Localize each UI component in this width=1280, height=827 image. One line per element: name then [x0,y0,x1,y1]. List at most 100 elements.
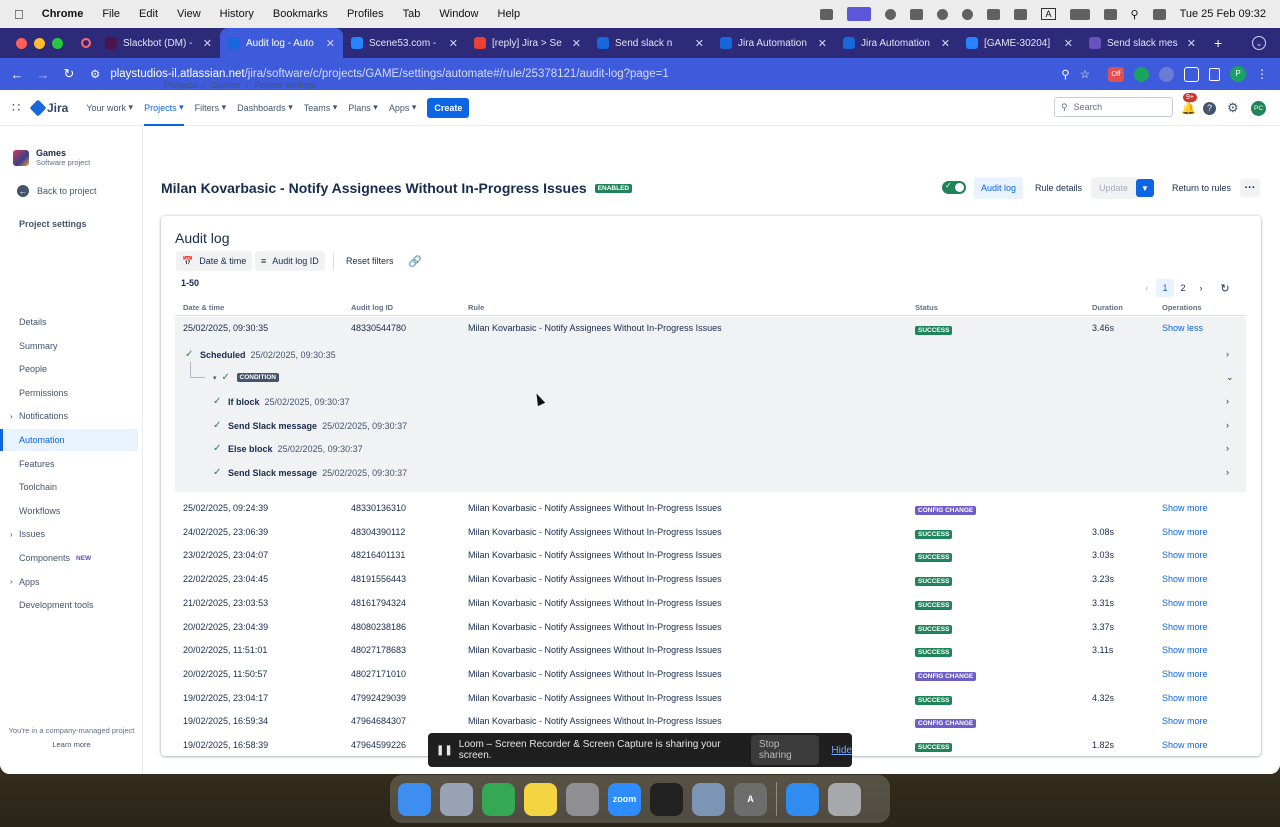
back-arrow-icon[interactable]: ← [4,67,30,82]
chrome-menu-icon[interactable]: ⋮ [1256,67,1268,82]
nav-apps[interactable]: Apps ▾ [389,90,417,126]
dock-mail-icon[interactable] [786,782,819,816]
breadcrumb-projects[interactable]: Projects [164,80,197,90]
menu-edit[interactable]: Edit [139,8,158,20]
dock-dictionary-icon[interactable]: A [734,782,767,816]
dock-trash-icon[interactable] [828,782,861,816]
breadcrumb-games[interactable]: Games [211,80,240,90]
browser-tab[interactable]: Slackbot (DM) - ✕ [97,28,220,58]
stop-sharing-button[interactable]: Stop sharing [750,735,820,765]
spotlight-icon[interactable]: ⚲ [1131,8,1139,21]
screen-share-icon[interactable] [847,7,872,21]
site-info-icon[interactable]: ⚙ [90,67,100,81]
chevron-right-icon[interactable]: › [1226,443,1229,453]
hide-button[interactable]: Hide [831,745,852,756]
more-actions-icon[interactable]: ··· [1240,179,1260,197]
show-more-link[interactable]: Show more [1162,740,1208,750]
sidebar-item-features[interactable]: Features [0,453,138,475]
puzzle-icon[interactable] [1184,66,1199,82]
dock-preview-icon[interactable] [692,782,725,816]
menu-file[interactable]: File [102,8,120,20]
browser-tab[interactable]: [GAME-30204] ✕ [958,28,1081,58]
browser-tab[interactable]: Audit log - Auto ✕ [220,28,343,58]
nav-dashboards[interactable]: Dashboards ▾ [237,90,293,126]
show-more-link[interactable]: Show more [1162,527,1208,537]
create-button[interactable]: Create [427,97,470,118]
nav-filters[interactable]: Filters ▾ [195,90,227,126]
extension-icon[interactable] [1159,66,1174,82]
chevron-right-icon[interactable]: › [1226,349,1229,359]
chevron-right-icon[interactable]: › [1226,396,1229,406]
apple-icon[interactable]:  [14,7,24,22]
page-2-button[interactable]: 2 [1174,279,1192,297]
sidebar-item-notifications[interactable]: › Notifications [0,405,138,427]
extension-badge[interactable]: Off [1108,66,1124,82]
browser-tab[interactable]: [reply] Jira > Se ✕ [466,28,589,58]
show-more-link[interactable]: Show more [1162,669,1208,679]
bookmark-star-icon[interactable]: ☆ [1080,67,1090,81]
chevron-right-icon[interactable]: › [1226,420,1229,430]
sidebar-item-workflows[interactable]: Workflows [0,500,138,522]
side-panel-icon[interactable] [1209,67,1220,81]
show-more-link[interactable]: Show more [1162,716,1208,726]
search-input[interactable]: ⚲ Search [1054,97,1173,117]
browser-tab[interactable]: Send slack mes ✕ [1081,28,1204,58]
pause-icon[interactable]: ❚❚ [436,745,453,756]
show-more-link[interactable]: Show more [1162,574,1208,584]
rule-details-button[interactable]: Rule details [1029,177,1088,199]
user-avatar[interactable]: PC [1251,90,1266,126]
show-more-link[interactable]: Show more [1162,550,1208,560]
browser-tab[interactable]: Jira Automation ✕ [835,28,958,58]
reload-icon[interactable]: ↻ [56,66,82,82]
menu-help[interactable]: Help [498,8,521,20]
next-page-icon[interactable]: › [1192,279,1210,297]
tab-search-icon[interactable]: ⌄ [1252,36,1266,50]
control-center-icon[interactable] [1152,8,1166,20]
dock-chrome-icon[interactable] [482,782,515,816]
show-more-link[interactable]: Show more [1162,622,1208,632]
close-tab-icon[interactable]: ✕ [449,37,458,50]
dock-pritunl-icon[interactable] [650,782,683,816]
browser-tab[interactable]: Scene53.com - ✕ [343,28,466,58]
vpn-icon[interactable] [885,8,897,20]
new-tab-button[interactable]: + [1214,35,1222,51]
sidebar-item-components[interactable]: Components NEW [0,547,138,569]
microphone-icon[interactable] [820,8,834,20]
menu-history[interactable]: History [220,8,254,20]
sidebar-item-development-tools[interactable]: Development tools [0,594,138,616]
show-more-link[interactable]: Show more [1162,693,1208,703]
return-to-rules-button[interactable]: Return to rules [1166,177,1237,199]
project-header[interactable]: Games Software project [0,126,142,167]
show-less-link[interactable]: Show less [1162,323,1203,333]
show-more-link[interactable]: Show more [1162,645,1208,655]
show-more-link[interactable]: Show more [1162,503,1208,513]
close-tab-icon[interactable]: ✕ [203,37,212,50]
update-dropdown-chevron-icon[interactable]: ▼ [1136,179,1154,197]
input-source[interactable]: A [1041,8,1056,20]
shield-icon[interactable] [910,8,924,20]
dock-zoom-icon[interactable]: zoom [608,782,641,816]
play-icon[interactable] [962,8,974,20]
reset-filters-button[interactable]: Reset filters [340,251,400,271]
nav-your-work[interactable]: Your work ▾ [86,90,133,126]
browser-tab[interactable]: Send slack n ✕ [589,28,712,58]
rule-enabled-toggle[interactable]: ✓ [942,181,966,194]
grammarly-icon[interactable] [1134,66,1149,82]
forward-arrow-icon[interactable]: → [30,67,56,82]
close-window-button[interactable] [16,37,27,49]
bluetooth-icon[interactable] [1014,8,1028,20]
close-tab-icon[interactable]: ✕ [1064,37,1073,50]
update-button[interactable]: Update [1091,177,1137,199]
dock-system-settings-icon[interactable] [566,782,599,816]
moon-icon[interactable] [937,8,949,20]
nav-plans[interactable]: Plans ▾ [348,90,378,126]
sidebar-item-issues[interactable]: › Issues [0,523,138,545]
back-to-project-link[interactable]: ← Back to project [17,185,142,197]
help-icon[interactable]: ? [1203,90,1216,126]
audit-log-id-filter-button[interactable]: ≡ Audit log ID [255,251,325,271]
nav-teams[interactable]: Teams ▾ [304,90,338,126]
menu-tab[interactable]: Tab [403,8,421,20]
sidebar-item-details[interactable]: Details [0,311,138,333]
prev-page-icon[interactable]: ‹ [1138,279,1156,297]
audit-log-button[interactable]: Audit log [974,177,1024,199]
